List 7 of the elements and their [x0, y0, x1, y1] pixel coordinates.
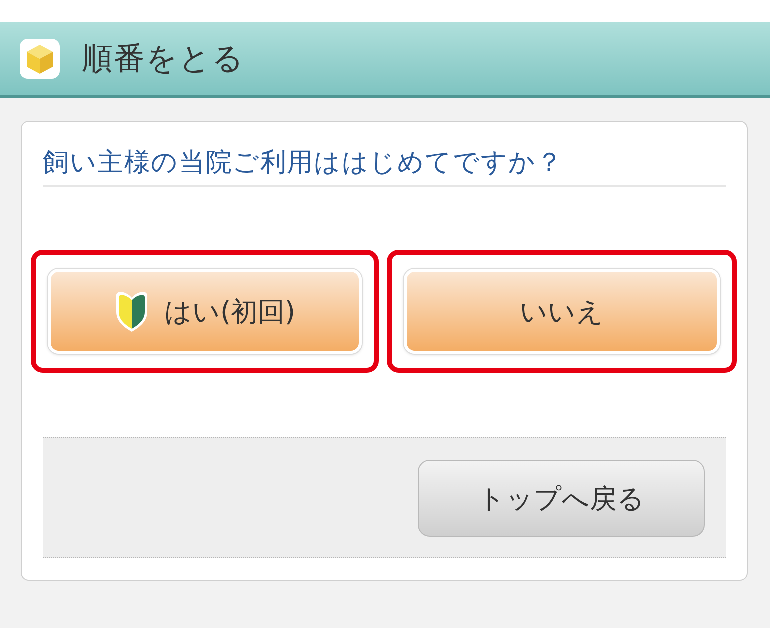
back-to-top-button[interactable]: トップへ戻る	[418, 460, 705, 537]
page-title: 順番をとる	[82, 40, 245, 78]
cube-icon	[20, 38, 60, 78]
beginner-mark-icon	[114, 290, 150, 334]
question-text: 飼い主様の当院ご利用ははじめてですか？	[43, 147, 564, 180]
choice-button[interactable]: はい(初回)	[48, 269, 362, 354]
choice-button[interactable]: いいえ	[404, 269, 720, 354]
